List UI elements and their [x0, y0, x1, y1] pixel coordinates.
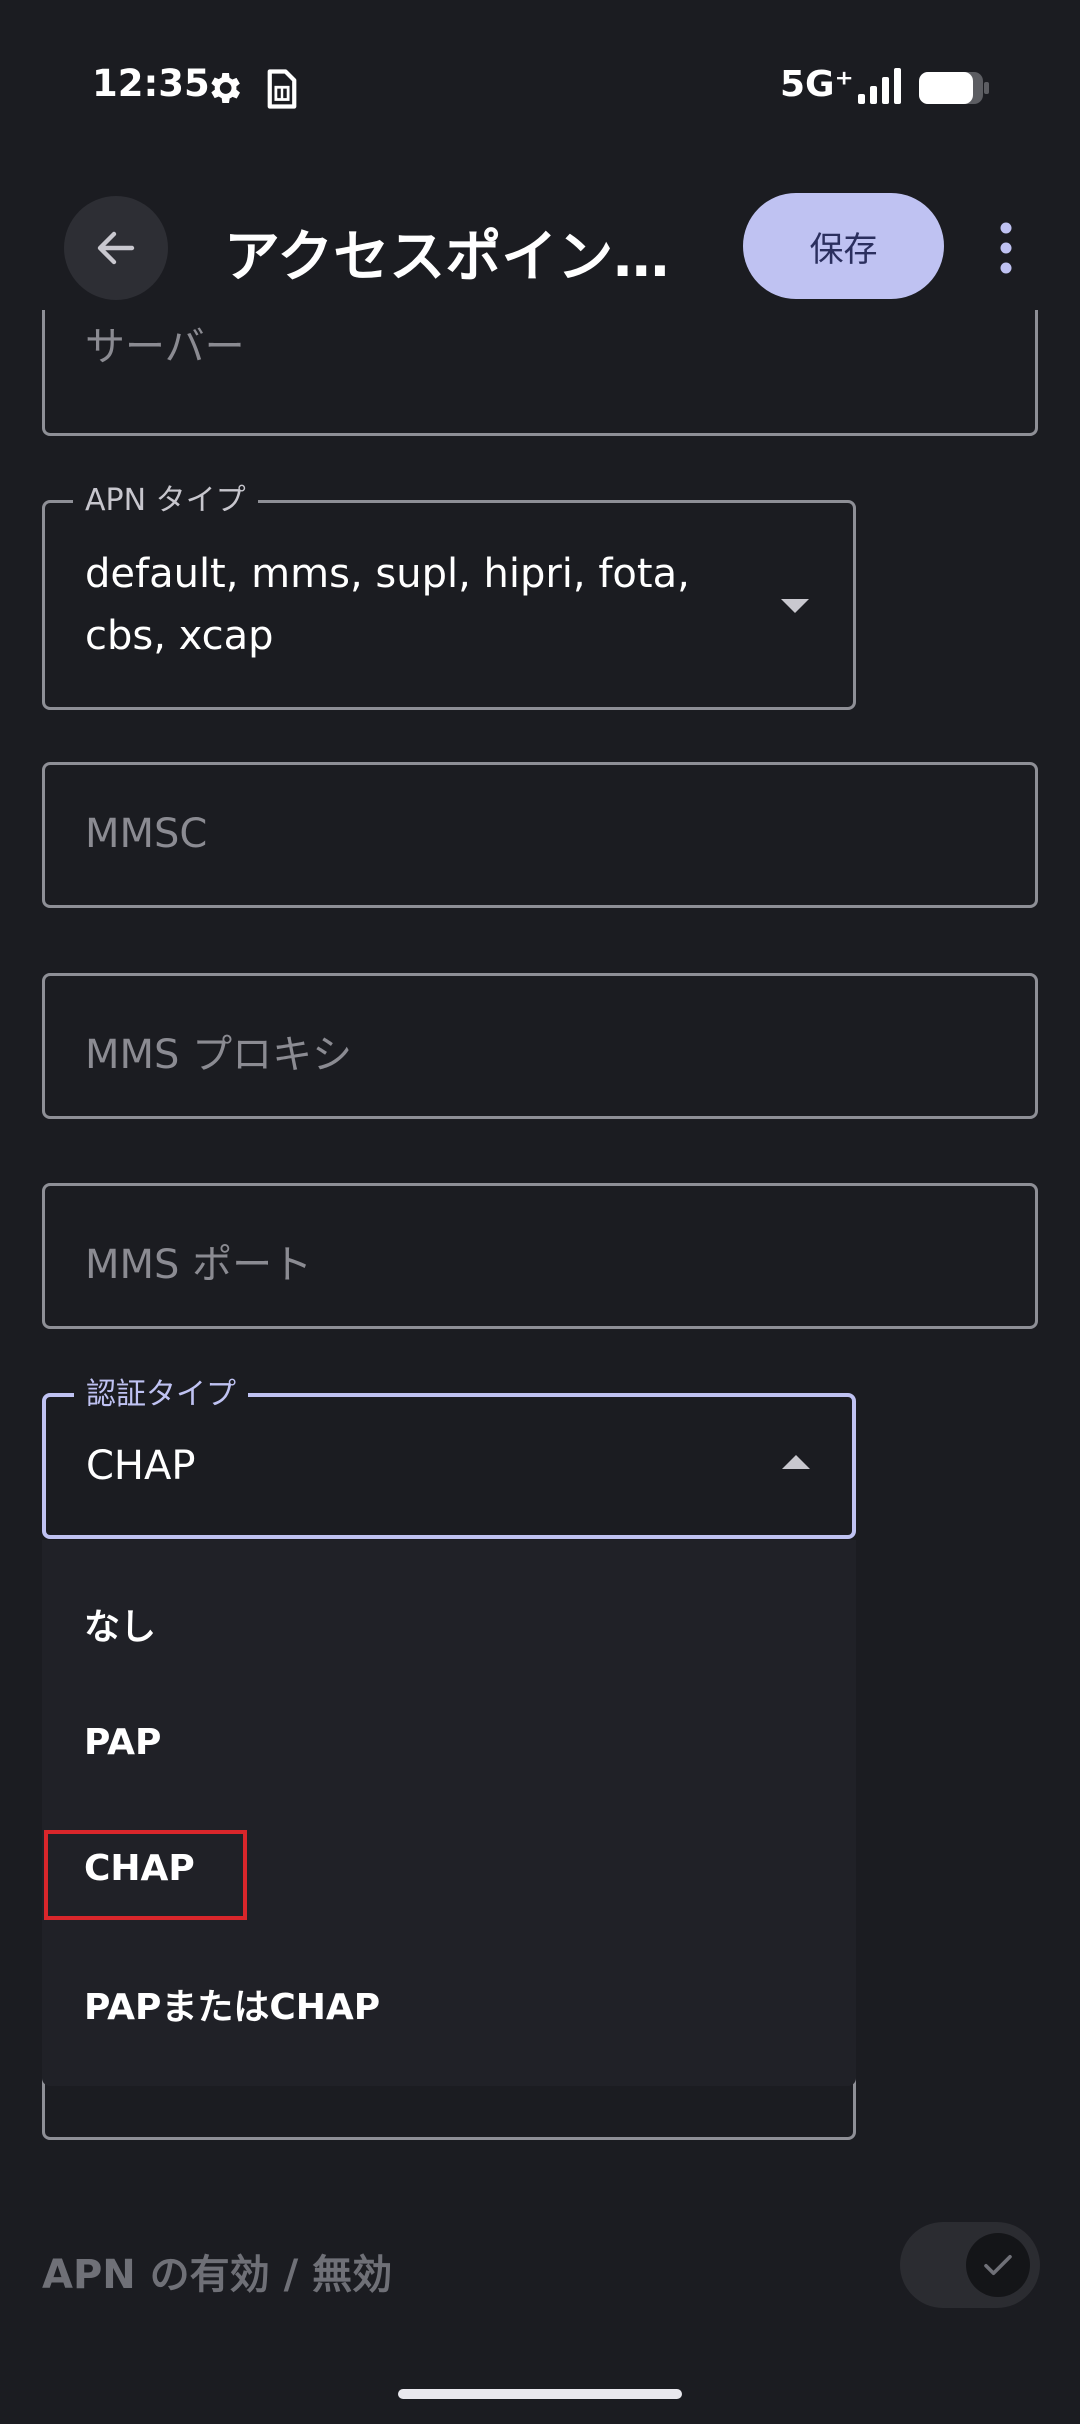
apn-type-label: APN タイプ	[73, 481, 258, 521]
mmsc-placeholder: MMSC	[85, 811, 208, 857]
apn-type-select[interactable]: APN タイプ default, mms, supl, hipri, fota,…	[42, 481, 856, 710]
switch-thumb	[966, 2233, 1030, 2297]
sim-card-icon	[267, 69, 297, 109]
more-vert-icon[interactable]	[990, 220, 1022, 276]
mms-proxy-field[interactable]: MMS プロキシ	[42, 973, 1038, 1119]
server-field[interactable]: サーバー	[42, 310, 1038, 436]
mms-port-placeholder: MMS ポート	[85, 1242, 313, 1288]
status-time: 12:35	[92, 62, 210, 105]
mms-proxy-placeholder: MMS プロキシ	[85, 1032, 353, 1078]
auth-type-label: 認証タイプ	[74, 1375, 248, 1415]
auth-type-select[interactable]: 認証タイプ CHAP	[42, 1375, 856, 1539]
highlight-box	[44, 1830, 247, 1920]
mms-port-field[interactable]: MMS ポート	[42, 1183, 1038, 1329]
menu-item-none[interactable]: なし	[84, 1598, 156, 1650]
menu-item-pap[interactable]: PAP	[84, 1722, 161, 1763]
network-type: 5G⁺	[780, 64, 854, 105]
dropdown-arrow-up-icon	[782, 1455, 810, 1469]
back-button[interactable]	[64, 196, 168, 300]
apn-type-value-line1: default, mms, supl, hipri, fota,	[85, 551, 690, 597]
arrow-left-icon	[97, 231, 135, 265]
apn-type-value-line2: cbs, xcap	[85, 613, 274, 659]
check-icon	[984, 2254, 1012, 2276]
server-placeholder: サーバー	[85, 324, 245, 370]
menu-item-pap-or-chap[interactable]: PAPまたはCHAP	[84, 1978, 380, 2030]
apn-enable-label: APN の有効 / 無効	[42, 2252, 393, 2298]
page-title: アクセスポイン...	[224, 225, 676, 290]
home-indicator[interactable]	[398, 2389, 682, 2399]
battery-icon	[919, 72, 989, 104]
auth-type-value: CHAP	[86, 1443, 196, 1489]
auth-type-menu: なし PAP CHAP PAPまたはCHAP	[42, 1540, 856, 2086]
apn-enable-switch[interactable]	[900, 2222, 1040, 2308]
signal-icon	[858, 68, 901, 104]
mmsc-field[interactable]: MMSC	[42, 762, 1038, 908]
dropdown-arrow-icon	[781, 599, 809, 613]
gear-icon	[211, 73, 240, 103]
save-button[interactable]: 保存	[743, 193, 944, 299]
